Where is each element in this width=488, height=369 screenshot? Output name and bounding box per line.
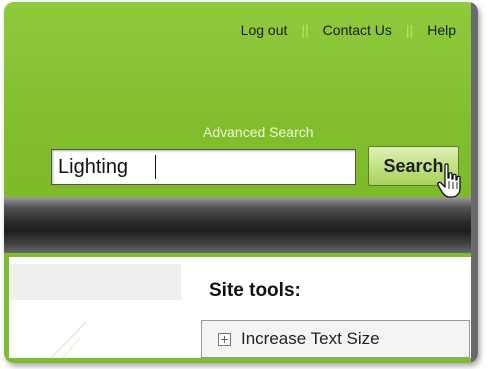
nav-separator: || [301,22,309,38]
nav-separator: || [405,22,414,38]
contact-us-link[interactable]: Contact Us [323,22,392,38]
search-input[interactable] [51,149,356,185]
site-tools-heading: Site tools: [209,280,301,301]
frame-edge-right [471,2,478,363]
advanced-search-link[interactable]: Advanced Search [203,124,314,140]
text-caret [155,155,156,179]
content-header-bar [9,264,181,300]
increase-text-size-item[interactable]: Increase Text Size [201,320,470,358]
decorative-swoosh [45,321,87,363]
plus-box-icon [218,332,231,346]
browser-frame: Log out || Contact Us || Help Advanced S… [4,2,478,363]
help-link[interactable]: Help [427,22,456,38]
navigation-band [4,197,478,253]
hand-pointer-icon [437,163,461,198]
band-divider [4,253,478,257]
tools-item-label: Increase Text Size [241,329,380,348]
logout-link[interactable]: Log out [241,22,288,38]
frame-edge-left [4,257,9,363]
top-nav: Log out || Contact Us || Help [241,22,456,38]
frame-edge-bottom [4,358,478,363]
